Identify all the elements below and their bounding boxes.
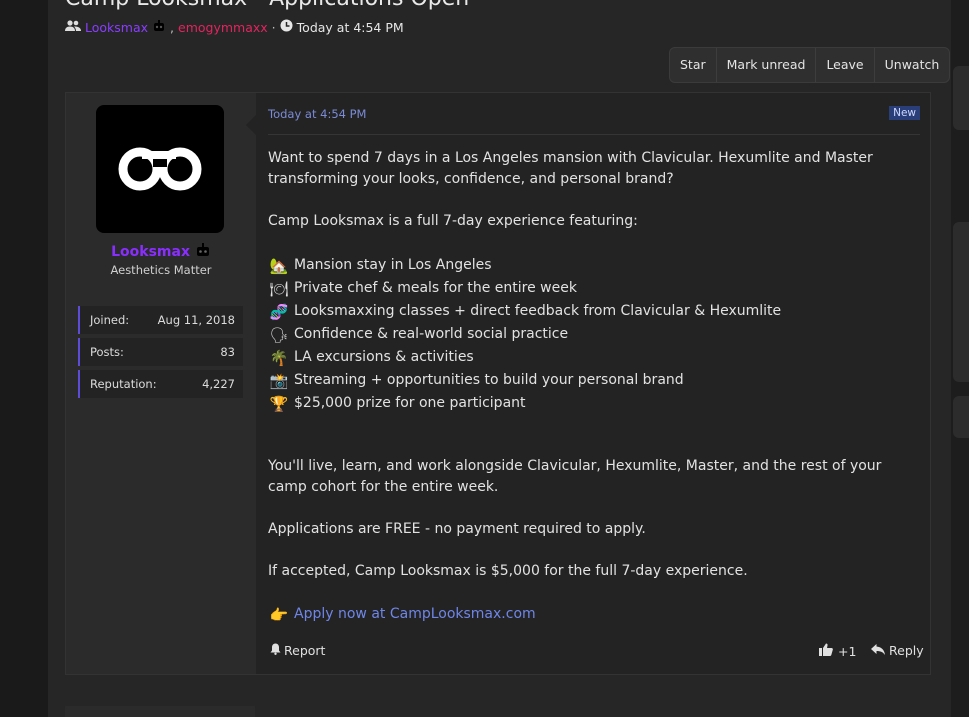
mark-unread-button[interactable]: Mark unread <box>715 48 816 82</box>
speaking-head-icon: 🗣 <box>269 325 289 344</box>
list-item-text: Mansion stay in Los Angeles <box>294 257 492 273</box>
thread-toolbar: Star Mark unread Leave Unwatch <box>669 47 951 83</box>
user-title: Aesthetics Matter <box>110 263 212 277</box>
list-item-text: Streaming + opportunities to build your … <box>294 372 684 388</box>
list-item: 🍽 Private chef & meals for the entire wee… <box>268 278 577 299</box>
post-intro: Want to spend 7 days in a Los Angeles ma… <box>268 150 873 187</box>
message-arrow <box>246 115 256 135</box>
left-gutter <box>0 0 48 717</box>
list-item: 🧬 Looksmaxxing classes + direct feedback … <box>268 301 781 322</box>
author-link-emogymmaxx[interactable]: emogymmaxx <box>178 20 268 35</box>
author-separator: , <box>170 19 175 35</box>
bell-icon <box>270 643 281 658</box>
users-icon <box>65 19 81 35</box>
clock-icon <box>280 19 293 35</box>
house-icon: 🏡 <box>269 256 289 275</box>
list-item: 📸 Streaming + opportunities to build your… <box>268 370 684 391</box>
robot-icon <box>195 243 211 261</box>
list-item-text: Looksmaxxing classes + direct feedback f… <box>294 303 782 319</box>
next-post-user-column <box>65 706 255 717</box>
stat-value: 4,227 <box>202 377 235 391</box>
list-item: 🌴 LA excursions & activities <box>268 347 474 368</box>
post-user-column: Looksmax Aesthetics Matter Joined: Aug 1… <box>66 93 256 674</box>
report-button[interactable]: Report <box>270 643 325 658</box>
list-item-text: LA excursions & activities <box>294 349 474 365</box>
trophy-icon: 🏆 <box>269 394 289 413</box>
sidebar-widget <box>953 222 969 382</box>
thread-meta: Looksmax , emogymmaxx · Today at 4:54 PM <box>65 19 404 35</box>
reply-button[interactable]: Reply <box>871 643 924 658</box>
palm-tree-icon: 🌴 <box>269 348 289 367</box>
leave-button[interactable]: Leave <box>815 48 873 82</box>
thread-time[interactable]: Today at 4:54 PM <box>297 20 404 35</box>
unwatch-button[interactable]: Unwatch <box>873 48 950 82</box>
avatar[interactable] <box>96 105 224 233</box>
meta-separator: · <box>271 19 276 35</box>
user-stat-reputation: Reputation: 4,227 <box>78 370 243 398</box>
like-count: +1 <box>838 643 857 659</box>
stat-label: Joined: <box>90 313 130 327</box>
post-username-text[interactable]: Looksmax <box>111 244 190 260</box>
stat-value[interactable]: 83 <box>220 345 235 359</box>
dna-icon: 🧬 <box>269 302 289 321</box>
divider <box>268 134 920 135</box>
sidebar-widget <box>953 66 969 130</box>
post-free: Applications are FREE - no payment requi… <box>268 521 646 537</box>
stat-label: Reputation: <box>90 377 157 391</box>
pointing-hand-icon: 👉 <box>269 605 289 624</box>
list-item: 🏡 Mansion stay in Los Angeles <box>268 255 492 276</box>
looksmax-logo-icon <box>118 147 202 191</box>
author-link-looksmax[interactable]: Looksmax <box>85 20 148 35</box>
user-stat-joined: Joined: Aug 11, 2018 <box>78 306 243 334</box>
like-button[interactable]: +1 <box>819 643 856 659</box>
list-item-text: Private chef & meals for the entire week <box>294 280 577 296</box>
camera-flash-icon: 📸 <box>269 371 289 390</box>
report-label: Report <box>284 643 326 658</box>
post-username[interactable]: Looksmax <box>66 243 256 261</box>
features-intro: Camp Looksmax is a full 7-day experience… <box>268 213 638 229</box>
stat-label: Posts: <box>90 345 124 359</box>
post-cohort: You'll live, learn, and work alongside C… <box>268 458 882 495</box>
post: Looksmax Aesthetics Matter Joined: Aug 1… <box>65 92 931 675</box>
list-item: 🏆 $25,000 prize for one participant <box>268 393 526 414</box>
sidebar-widget <box>953 396 969 438</box>
list-item-text: Confidence & real-world social practice <box>294 326 569 342</box>
post-time[interactable]: Today at 4:54 PM <box>268 107 366 121</box>
thread-title: Camp Looksmax - Applications Open <box>65 0 469 11</box>
robot-icon <box>152 19 166 35</box>
apply-link[interactable]: Apply now at CampLooksmax.com <box>294 604 536 625</box>
user-stat-posts: Posts: 83 <box>78 338 243 366</box>
list-item-text: $25,000 prize for one participant <box>294 395 526 411</box>
new-badge: New <box>889 106 920 120</box>
post-price: If accepted, Camp Looksmax is $5,000 for… <box>268 563 748 579</box>
chef-icon: 🍽 <box>269 279 289 298</box>
reply-icon <box>871 643 885 658</box>
apply-line: 👉 Apply now at CampLooksmax.com <box>268 604 536 625</box>
reply-label: Reply <box>889 643 924 658</box>
thumbs-up-icon <box>819 643 833 659</box>
stat-value: Aug 11, 2018 <box>157 313 235 327</box>
list-item: 🗣 Confidence & real-world social practice <box>268 324 568 345</box>
star-button[interactable]: Star <box>670 48 716 82</box>
